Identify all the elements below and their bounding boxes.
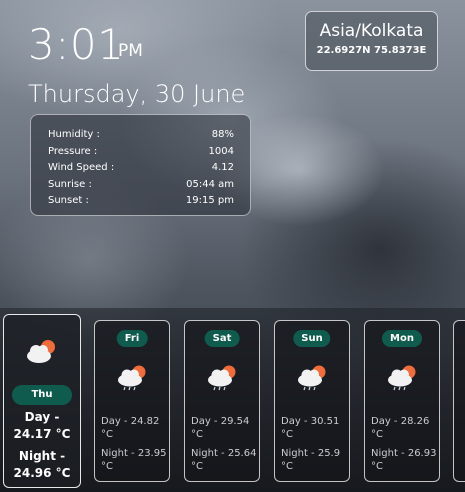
day-label: Fri xyxy=(116,330,148,347)
sunrise-value: 05:44 am xyxy=(186,178,234,190)
rain-icon xyxy=(298,365,326,391)
day-temp-label: Day - xyxy=(24,410,60,424)
location-panel: Asia/Kolkata 22.6927N 75.8373E xyxy=(305,11,438,71)
sunset-value: 19:15 pm xyxy=(185,195,234,206)
sunrise-label: Sunrise : xyxy=(48,178,92,190)
today-day-temp: Day - 24.17 °C xyxy=(4,409,80,443)
rain-icon xyxy=(388,365,416,391)
humidity-label: Humidity : xyxy=(48,129,100,140)
wind-speed-label: Wind Speed : xyxy=(48,162,115,173)
sunset-row: Sunset : 19:15 pm xyxy=(48,193,234,210)
forecast-card-fri[interactable]: Fri Day - 24.82 °C Night - 23.95 °C xyxy=(94,320,170,482)
partly-cloudy-icon xyxy=(27,340,55,363)
night-temp: Night - 25.64 °C xyxy=(191,448,257,472)
time-display: 3:01 xyxy=(28,20,125,69)
forecast-card-sun[interactable]: Sun Day - 30.51 °C Night - 25.9 °C xyxy=(274,320,350,482)
pressure-label: Pressure : xyxy=(48,145,98,157)
forecast-card-partial[interactable] xyxy=(453,320,465,482)
forecast-card-mon[interactable]: Mon Day - 28.26 °C Night - 26.93 °C xyxy=(364,320,440,482)
sunrise-row: Sunrise : 05:44 am xyxy=(48,177,234,194)
night-temp: Night - 25.9 °C xyxy=(281,448,341,472)
coordinates-label: 22.6927N 75.8373E xyxy=(316,45,427,56)
day-label: Mon xyxy=(382,330,422,347)
rain-icon xyxy=(118,365,146,391)
forecast-card-today[interactable]: Thu Day - 24.17 °C Night - 24.96 °C xyxy=(3,314,81,488)
forecast-card-sat[interactable]: Sat Day - 29.54 °C Night - 25.64 °C xyxy=(184,320,260,482)
timezone-label: Asia/Kolkata xyxy=(319,21,424,41)
day-label: Sat xyxy=(204,330,240,347)
night-temp: Night - 23.95 °C xyxy=(101,448,167,472)
pressure-value: 1004 xyxy=(208,145,234,157)
humidity-row: Humidity : 88% xyxy=(48,127,234,144)
wind-speed-row: Wind Speed : 4.12 xyxy=(48,160,234,177)
day-temp: Day - 30.51 °C xyxy=(281,416,340,440)
am-pm-indicator: PM xyxy=(118,41,143,61)
day-label-today: Thu xyxy=(12,385,72,405)
night-temp: Night - 26.93 °C xyxy=(371,448,437,472)
rain-icon xyxy=(208,365,236,391)
day-temp: Day - 29.54 °C xyxy=(191,416,250,440)
day-label: Sun xyxy=(293,330,331,347)
wind-speed-value: 4.12 xyxy=(211,162,234,173)
weather-details-panel: Humidity : 88% Pressure : 1004 Wind Spee… xyxy=(30,114,251,216)
pressure-row: Pressure : 1004 xyxy=(48,144,234,161)
date-display: Thursday, 30 June xyxy=(28,80,246,108)
night-temp-label: Night - xyxy=(18,449,66,463)
night-temp-value: 24.96 °C xyxy=(13,466,71,480)
day-temp: Day - 28.26 °C xyxy=(371,416,430,440)
humidity-value: 88% xyxy=(211,129,234,140)
today-night-temp: Night - 24.96 °C xyxy=(4,448,80,482)
sunset-label: Sunset : xyxy=(48,195,89,206)
day-temp: Day - 24.82 °C xyxy=(101,416,160,440)
day-temp-value: 24.17 °C xyxy=(13,427,71,441)
